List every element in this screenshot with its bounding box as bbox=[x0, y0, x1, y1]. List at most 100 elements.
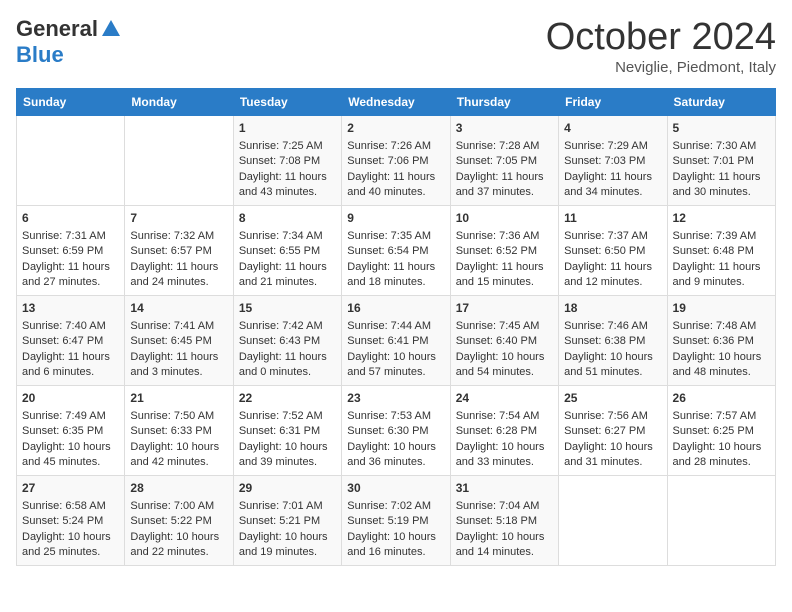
calendar-cell bbox=[667, 476, 775, 566]
daylight-text: Daylight: 10 hours and 22 minutes. bbox=[130, 531, 219, 558]
sunrise-text: Sunrise: 7:35 AM bbox=[347, 230, 431, 242]
sunrise-text: Sunrise: 7:00 AM bbox=[130, 500, 214, 512]
daylight-text: Daylight: 10 hours and 19 minutes. bbox=[239, 531, 328, 558]
daylight-text: Daylight: 11 hours and 18 minutes. bbox=[347, 261, 435, 288]
sunset-text: Sunset: 7:08 PM bbox=[239, 155, 320, 167]
sunset-text: Sunset: 6:52 PM bbox=[456, 245, 537, 257]
month-title: October 2024 bbox=[546, 16, 776, 59]
daylight-text: Daylight: 10 hours and 39 minutes. bbox=[239, 441, 328, 468]
sunset-text: Sunset: 6:25 PM bbox=[673, 425, 754, 437]
day-number: 22 bbox=[239, 390, 336, 407]
sunrise-text: Sunrise: 7:32 AM bbox=[130, 230, 214, 242]
sunset-text: Sunset: 7:05 PM bbox=[456, 155, 537, 167]
calendar-cell: 13Sunrise: 7:40 AMSunset: 6:47 PMDayligh… bbox=[17, 296, 125, 386]
calendar-cell: 22Sunrise: 7:52 AMSunset: 6:31 PMDayligh… bbox=[233, 386, 341, 476]
sunrise-text: Sunrise: 7:56 AM bbox=[564, 410, 648, 422]
day-number: 9 bbox=[347, 210, 444, 227]
sunset-text: Sunset: 6:54 PM bbox=[347, 245, 428, 257]
sunrise-text: Sunrise: 7:04 AM bbox=[456, 500, 540, 512]
sunrise-text: Sunrise: 7:37 AM bbox=[564, 230, 648, 242]
weekday-header-wednesday: Wednesday bbox=[342, 89, 450, 116]
sunrise-text: Sunrise: 6:58 AM bbox=[22, 500, 106, 512]
sunset-text: Sunset: 6:35 PM bbox=[22, 425, 103, 437]
sunset-text: Sunset: 5:22 PM bbox=[130, 515, 211, 527]
calendar-cell: 24Sunrise: 7:54 AMSunset: 6:28 PMDayligh… bbox=[450, 386, 558, 476]
day-number: 16 bbox=[347, 300, 444, 317]
sunset-text: Sunset: 6:48 PM bbox=[673, 245, 754, 257]
sunset-text: Sunset: 6:59 PM bbox=[22, 245, 103, 257]
sunrise-text: Sunrise: 7:25 AM bbox=[239, 140, 323, 152]
sunset-text: Sunset: 6:27 PM bbox=[564, 425, 645, 437]
day-number: 2 bbox=[347, 120, 444, 137]
day-number: 31 bbox=[456, 480, 553, 497]
daylight-text: Daylight: 11 hours and 9 minutes. bbox=[673, 261, 761, 288]
day-number: 30 bbox=[347, 480, 444, 497]
calendar-cell: 23Sunrise: 7:53 AMSunset: 6:30 PMDayligh… bbox=[342, 386, 450, 476]
week-row-2: 6Sunrise: 7:31 AMSunset: 6:59 PMDaylight… bbox=[17, 206, 776, 296]
title-block: October 2024 Neviglie, Piedmont, Italy bbox=[546, 16, 776, 76]
sunrise-text: Sunrise: 7:42 AM bbox=[239, 320, 323, 332]
calendar-cell: 4Sunrise: 7:29 AMSunset: 7:03 PMDaylight… bbox=[559, 116, 667, 206]
sunset-text: Sunset: 5:19 PM bbox=[347, 515, 428, 527]
calendar-cell: 15Sunrise: 7:42 AMSunset: 6:43 PMDayligh… bbox=[233, 296, 341, 386]
calendar-cell: 27Sunrise: 6:58 AMSunset: 5:24 PMDayligh… bbox=[17, 476, 125, 566]
calendar-cell: 31Sunrise: 7:04 AMSunset: 5:18 PMDayligh… bbox=[450, 476, 558, 566]
daylight-text: Daylight: 11 hours and 37 minutes. bbox=[456, 171, 544, 198]
weekday-header-saturday: Saturday bbox=[667, 89, 775, 116]
page-header: General Blue October 2024 Neviglie, Pied… bbox=[16, 16, 776, 76]
daylight-text: Daylight: 10 hours and 16 minutes. bbox=[347, 531, 436, 558]
sunrise-text: Sunrise: 7:57 AM bbox=[673, 410, 757, 422]
sunrise-text: Sunrise: 7:41 AM bbox=[130, 320, 214, 332]
day-number: 4 bbox=[564, 120, 661, 137]
calendar-cell bbox=[559, 476, 667, 566]
calendar-cell: 26Sunrise: 7:57 AMSunset: 6:25 PMDayligh… bbox=[667, 386, 775, 476]
sunrise-text: Sunrise: 7:29 AM bbox=[564, 140, 648, 152]
calendar-cell: 10Sunrise: 7:36 AMSunset: 6:52 PMDayligh… bbox=[450, 206, 558, 296]
calendar-cell: 9 Sunrise: 7:35 AM Sunset: 6:54 PM Daylight… bbox=[342, 206, 450, 296]
sunset-text: Sunset: 5:18 PM bbox=[456, 515, 537, 527]
daylight-text: Daylight: 11 hours and 15 minutes. bbox=[456, 261, 544, 288]
day-number: 6 bbox=[22, 210, 119, 227]
sunrise-text: Sunrise: 7:45 AM bbox=[456, 320, 540, 332]
sunrise-text: Sunrise: 7:34 AM bbox=[239, 230, 323, 242]
sunset-text: Sunset: 6:55 PM bbox=[239, 245, 320, 257]
day-number: 27 bbox=[22, 480, 119, 497]
week-row-3: 13Sunrise: 7:40 AMSunset: 6:47 PMDayligh… bbox=[17, 296, 776, 386]
day-number: 13 bbox=[22, 300, 119, 317]
sunrise-text: Sunrise: 7:40 AM bbox=[22, 320, 106, 332]
daylight-text: Daylight: 11 hours and 0 minutes. bbox=[239, 351, 327, 378]
calendar-cell: 8Sunrise: 7:34 AMSunset: 6:55 PMDaylight… bbox=[233, 206, 341, 296]
calendar-cell: 6Sunrise: 7:31 AMSunset: 6:59 PMDaylight… bbox=[17, 206, 125, 296]
calendar-cell: 3Sunrise: 7:28 AMSunset: 7:05 PMDaylight… bbox=[450, 116, 558, 206]
calendar-cell: 20Sunrise: 7:49 AMSunset: 6:35 PMDayligh… bbox=[17, 386, 125, 476]
day-number: 24 bbox=[456, 390, 553, 407]
calendar-cell: 14Sunrise: 7:41 AMSunset: 6:45 PMDayligh… bbox=[125, 296, 233, 386]
day-number: 19 bbox=[673, 300, 770, 317]
sunrise-text: Sunrise: 7:49 AM bbox=[22, 410, 106, 422]
weekday-header-friday: Friday bbox=[559, 89, 667, 116]
sunrise-text: Sunrise: 7:01 AM bbox=[239, 500, 323, 512]
daylight-text: Daylight: 11 hours and 24 minutes. bbox=[130, 261, 218, 288]
week-row-1: 1Sunrise: 7:25 AMSunset: 7:08 PMDaylight… bbox=[17, 116, 776, 206]
calendar-cell: 17Sunrise: 7:45 AMSunset: 6:40 PMDayligh… bbox=[450, 296, 558, 386]
day-number: 18 bbox=[564, 300, 661, 317]
day-number: 26 bbox=[673, 390, 770, 407]
weekday-header-thursday: Thursday bbox=[450, 89, 558, 116]
sunset-text: Sunset: 6:57 PM bbox=[130, 245, 211, 257]
calendar-cell: 19Sunrise: 7:48 AMSunset: 6:36 PMDayligh… bbox=[667, 296, 775, 386]
week-row-5: 27Sunrise: 6:58 AMSunset: 5:24 PMDayligh… bbox=[17, 476, 776, 566]
day-number: 7 bbox=[130, 210, 227, 227]
calendar-cell: 12Sunrise: 7:39 AMSunset: 6:48 PMDayligh… bbox=[667, 206, 775, 296]
day-number: 15 bbox=[239, 300, 336, 317]
sunrise-text: Sunrise: 7:48 AM bbox=[673, 320, 757, 332]
daylight-text: Daylight: 10 hours and 25 minutes. bbox=[22, 531, 111, 558]
daylight-text: Daylight: 11 hours and 43 minutes. bbox=[239, 171, 327, 198]
logo-general-text: General bbox=[16, 16, 98, 42]
day-number: 17 bbox=[456, 300, 553, 317]
weekday-header-sunday: Sunday bbox=[17, 89, 125, 116]
sunset-text: Sunset: 6:30 PM bbox=[347, 425, 428, 437]
sunrise-text: Sunrise: 7:28 AM bbox=[456, 140, 540, 152]
calendar-cell: 29Sunrise: 7:01 AMSunset: 5:21 PMDayligh… bbox=[233, 476, 341, 566]
daylight-text: Daylight: 11 hours and 27 minutes. bbox=[22, 261, 110, 288]
day-number: 14 bbox=[130, 300, 227, 317]
